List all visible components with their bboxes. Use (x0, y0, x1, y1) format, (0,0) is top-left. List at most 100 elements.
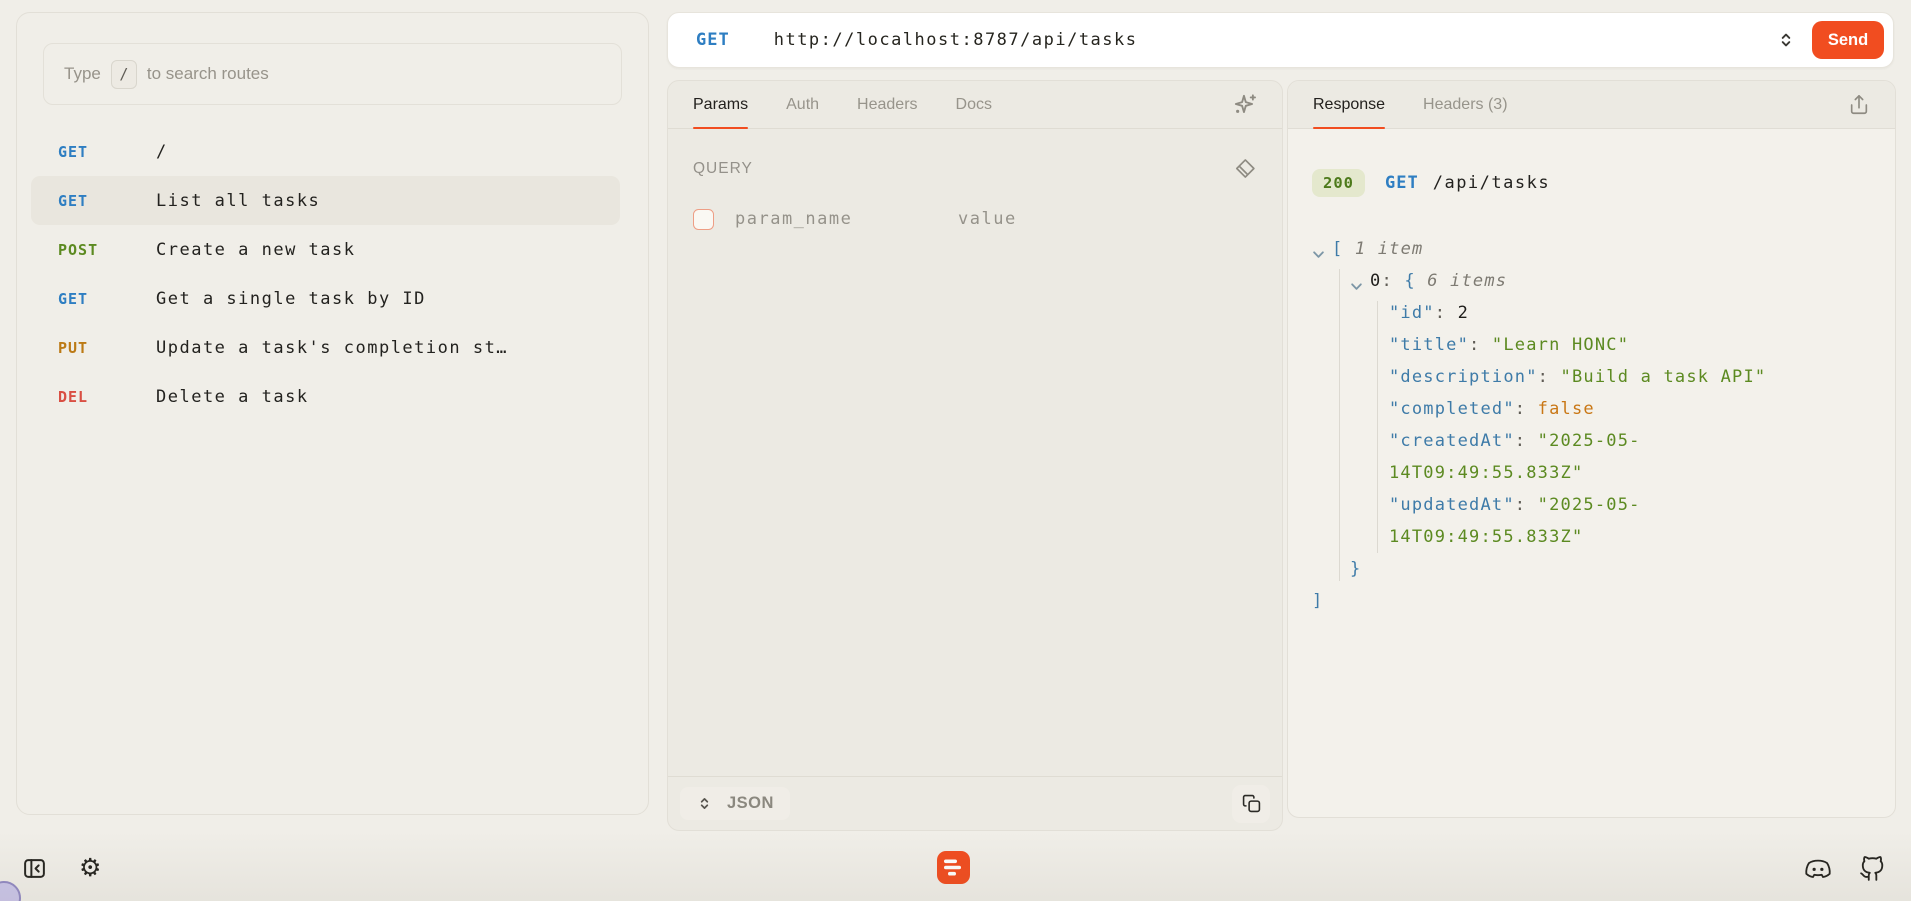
response-body: 200 GET /api/tasks [ 1 item0: { 6 items"… (1288, 129, 1895, 617)
json-line: 14T09:49:55.833Z" (1312, 457, 1871, 489)
route-item[interactable]: DELDelete a task (31, 372, 620, 421)
json-token-punct: : (1515, 431, 1538, 451)
json-token-key: "updatedAt" (1389, 495, 1515, 515)
tab-params[interactable]: Params (693, 81, 748, 128)
github-icon[interactable] (1859, 856, 1885, 882)
json-line: [ 1 item (1312, 233, 1871, 265)
fiberplane-logo[interactable] (937, 851, 970, 884)
chevron-down-icon[interactable] (1350, 270, 1370, 293)
route-item[interactable]: GETGet a single task by ID (31, 274, 620, 323)
sidebar: Type / to search routes GET/GETList all … (16, 12, 649, 815)
param-value-input[interactable] (956, 208, 1180, 230)
params-panel: Params Auth Headers Docs QUERY (667, 80, 1283, 831)
route-label: / (156, 142, 168, 162)
params-body: QUERY (668, 129, 1282, 258)
query-section-label: QUERY (693, 160, 753, 178)
param-enabled-checkbox[interactable] (693, 209, 714, 230)
route-label: Update a task's completion st… (156, 338, 508, 358)
json-line: "title": "Learn HONC" (1312, 329, 1871, 361)
json-token-str: 14T09:49:55.833Z" (1389, 527, 1583, 547)
json-token-key: "description" (1389, 367, 1538, 387)
corner-decoration (0, 881, 21, 901)
route-item[interactable]: PUTUpdate a task's completion st… (31, 323, 620, 372)
discord-icon[interactable] (1803, 857, 1833, 881)
copy-icon (1242, 794, 1261, 813)
json-token-str: "Build a task API" (1561, 367, 1767, 387)
json-token-bool: false (1538, 399, 1595, 419)
response-json-tree: [ 1 item0: { 6 items"id": 2"title": "Lea… (1312, 233, 1871, 617)
json-line: } (1312, 553, 1871, 585)
route-method: POST (58, 241, 156, 259)
route-item[interactable]: GET/ (31, 127, 620, 176)
route-method: GET (58, 143, 156, 161)
route-label: List all tasks (156, 191, 320, 211)
json-line: ] (1312, 585, 1871, 617)
sparkles-icon[interactable] (1232, 93, 1257, 116)
indent-guide (1377, 301, 1378, 553)
json-line: "completed": false (1312, 393, 1871, 425)
json-token-punct: : (1515, 495, 1538, 515)
chevron-down-icon[interactable] (1312, 238, 1332, 261)
json-token-punct: : (1538, 367, 1561, 387)
tab-auth[interactable]: Auth (786, 81, 819, 128)
response-panel: Response Headers (3) 200 GET /api/tasks [… (1287, 80, 1896, 818)
route-method: PUT (58, 339, 156, 357)
json-token-brace: ] (1312, 591, 1323, 611)
json-token-punct: : (1469, 335, 1492, 355)
json-token-key: "completed" (1389, 399, 1515, 419)
search-placeholder-suffix: to search routes (147, 64, 269, 84)
json-token-str: "Learn HONC" (1492, 335, 1629, 355)
json-line: "id": 2 (1312, 297, 1871, 329)
json-token-punct: : (1515, 399, 1538, 419)
tab-headers[interactable]: Headers (857, 81, 917, 128)
route-method: GET (58, 290, 156, 308)
tab-response[interactable]: Response (1313, 81, 1385, 128)
json-token-brace: } (1350, 559, 1361, 579)
status-badge: 200 (1312, 169, 1365, 197)
json-token-key: "createdAt" (1389, 431, 1515, 451)
search-placeholder-prefix: Type (64, 64, 101, 84)
route-method: GET (58, 192, 156, 210)
response-format-select[interactable]: JSON (680, 787, 790, 820)
route-item[interactable]: POSTCreate a new task (31, 225, 620, 274)
json-token-num: 2 (1458, 303, 1469, 323)
tab-headers-3[interactable]: Headers (3) (1423, 81, 1507, 128)
json-line: "createdAt": "2025-05- (1312, 425, 1871, 457)
response-status-row: 200 GET /api/tasks (1312, 169, 1871, 197)
route-label: Create a new task (156, 240, 356, 260)
settings-gear-icon[interactable]: ⚙ (79, 856, 101, 881)
json-token-brace: [ (1332, 239, 1355, 259)
search-input[interactable]: Type / to search routes (43, 43, 622, 105)
json-token-str: "2025-05- (1538, 431, 1641, 451)
params-tabs: Params Auth Headers Docs (668, 81, 1282, 129)
json-line: 0: { 6 items (1312, 265, 1871, 297)
json-token-num: 0 (1370, 271, 1381, 291)
json-token-key: "title" (1389, 335, 1469, 355)
response-path: /api/tasks (1433, 173, 1550, 193)
route-label: Delete a task (156, 387, 309, 407)
json-token-brace: { (1404, 271, 1427, 291)
format-label: JSON (727, 794, 774, 813)
query-param-row (693, 208, 1257, 230)
request-bar[interactable]: GET http://localhost:8787/api/tasks Send (667, 12, 1894, 68)
send-options-chevron-icon[interactable] (1776, 30, 1796, 50)
eraser-icon[interactable] (1232, 157, 1257, 180)
tab-docs[interactable]: Docs (956, 81, 992, 128)
route-method: DEL (58, 388, 156, 406)
request-method-select[interactable]: GET (696, 30, 730, 50)
json-token-str: 14T09:49:55.833Z" (1389, 463, 1583, 483)
share-icon[interactable] (1848, 94, 1870, 116)
copy-button[interactable] (1232, 785, 1270, 823)
request-url-input[interactable]: http://localhost:8787/api/tasks (774, 30, 1138, 50)
json-line: "description": "Build a task API" (1312, 361, 1871, 393)
slash-key-badge: / (111, 60, 137, 89)
json-token-key: "id" (1389, 303, 1435, 323)
route-item[interactable]: GETList all tasks (31, 176, 620, 225)
send-button[interactable]: Send (1812, 21, 1884, 59)
route-label: Get a single task by ID (156, 289, 426, 309)
json-token-str: "2025-05- (1538, 495, 1641, 515)
param-name-input[interactable] (733, 208, 937, 230)
panel-toggle-icon[interactable] (22, 856, 47, 881)
json-token-punct: : (1435, 303, 1458, 323)
indent-guide (1339, 269, 1340, 581)
